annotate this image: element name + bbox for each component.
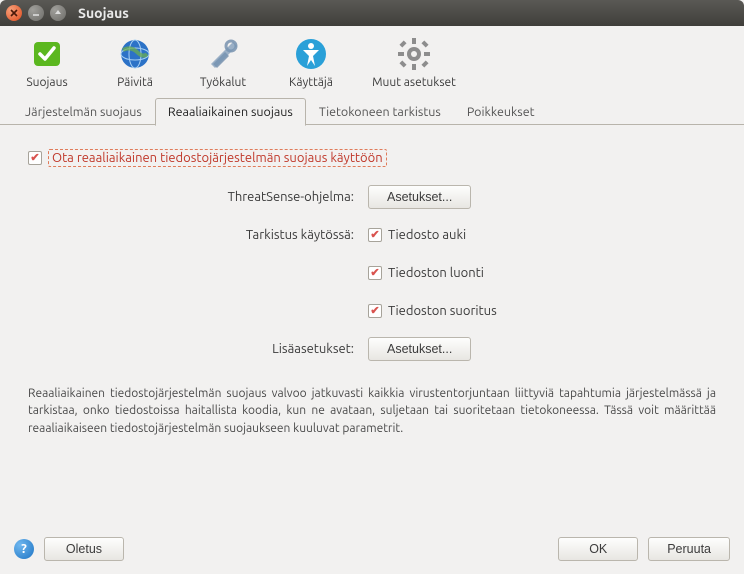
scan-option-label: Tiedosto auki: [388, 228, 466, 242]
panel-description: Reaaliaikainen tiedostojärjestelmän suoj…: [28, 385, 716, 437]
dialog-footer: ? Oletus OK Peruuta: [0, 524, 744, 574]
scan-file-execute-checkbox[interactable]: ✔ Tiedoston suoritus: [368, 304, 497, 318]
toolbar-label: Muut asetukset: [372, 76, 456, 89]
tab-exceptions[interactable]: Poikkeukset: [454, 98, 548, 125]
window-minimize-button[interactable]: [28, 5, 44, 21]
titlebar: Suojaus: [0, 0, 744, 26]
enable-realtime-label: Ota reaaliaikainen tiedostojärjestelmän …: [48, 149, 387, 167]
threatsense-label: ThreatSense-ohjelma:: [28, 190, 368, 204]
scan-file-open-checkbox[interactable]: ✔ Tiedosto auki: [368, 228, 466, 242]
toolbar-label: Suojaus: [26, 76, 67, 89]
window-title: Suojaus: [78, 5, 129, 21]
toolbar-label: Päivitä: [117, 76, 153, 89]
scan-option-label: Tiedoston luonti: [388, 266, 484, 280]
scan-option-label: Tiedoston suoritus: [388, 304, 497, 318]
gear-icon: [396, 36, 432, 72]
tab-computer-scan[interactable]: Tietokoneen tarkistus: [306, 98, 454, 125]
toolbar-item-tools[interactable]: Työkalut: [188, 36, 258, 89]
check-icon: ✔: [368, 266, 382, 280]
toolbar-item-update[interactable]: Päivitä: [100, 36, 170, 89]
cancel-button[interactable]: Peruuta: [648, 537, 730, 561]
advanced-settings-button[interactable]: Asetukset...: [368, 337, 471, 361]
threatsense-settings-button[interactable]: Asetukset...: [368, 185, 471, 209]
toolbar-label: Käyttäjä: [289, 76, 333, 89]
scan-triggers-label: Tarkistus käytössä:: [28, 228, 368, 242]
check-icon: ✔: [368, 228, 382, 242]
tab-realtime-protection[interactable]: Reaaliaikainen suojaus: [155, 98, 306, 126]
globe-icon: [117, 36, 153, 72]
advanced-label: Lisäasetukset:: [28, 342, 368, 356]
help-icon[interactable]: ?: [14, 539, 34, 559]
check-icon: ✔: [28, 151, 42, 165]
scan-file-create-checkbox[interactable]: ✔ Tiedoston luonti: [368, 266, 484, 280]
main-toolbar: Suojaus Päivitä Työkalut Käyttäjä Muut a…: [0, 26, 744, 95]
check-icon: ✔: [368, 304, 382, 318]
tab-bar: Järjestelmän suojaus Reaaliaikainen suoj…: [0, 95, 744, 125]
ok-button[interactable]: OK: [558, 537, 638, 561]
toolbar-label: Työkalut: [200, 76, 246, 89]
toolbar-item-protection[interactable]: Suojaus: [12, 36, 82, 89]
accessibility-icon: [293, 36, 329, 72]
tools-icon: [205, 36, 241, 72]
toolbar-item-user[interactable]: Käyttäjä: [276, 36, 346, 89]
defaults-button[interactable]: Oletus: [44, 537, 124, 561]
tab-system-protection[interactable]: Järjestelmän suojaus: [12, 98, 155, 125]
window-close-button[interactable]: [6, 5, 22, 21]
enable-realtime-checkbox[interactable]: ✔ Ota reaaliaikainen tiedostojärjestelmä…: [28, 149, 716, 167]
settings-panel: ✔ Ota reaaliaikainen tiedostojärjestelmä…: [0, 125, 744, 447]
shield-check-icon: [29, 36, 65, 72]
window-maximize-button[interactable]: [50, 5, 66, 21]
toolbar-item-other-settings[interactable]: Muut asetukset: [364, 36, 464, 89]
